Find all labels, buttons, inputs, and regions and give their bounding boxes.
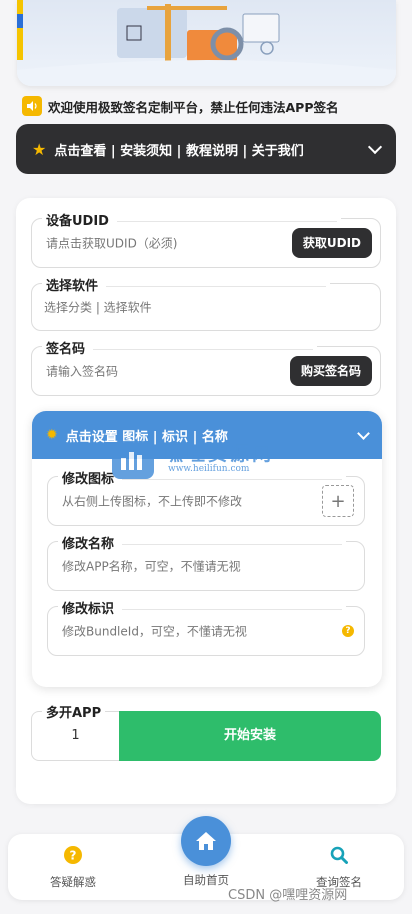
sign-code-placeholder: 请输入签名码 — [46, 364, 119, 379]
help-icon[interactable]: ? — [342, 625, 354, 637]
app-name-placeholder: 修改APP名称，可空，不懂请无视 — [62, 559, 241, 574]
udid-field[interactable]: 设备UDID 请点击获取UDID（必须) 获取UDID — [31, 210, 381, 268]
banner-illustration — [17, 0, 396, 86]
question-icon: ? — [64, 846, 82, 864]
watermark-url: www.heilifun.com — [168, 464, 250, 474]
software-select[interactable]: 选择软件 选择分类 | 选择软件 — [31, 275, 381, 331]
hero-banner — [17, 0, 396, 86]
chevron-down-icon — [357, 426, 370, 440]
get-udid-button[interactable]: 获取UDID — [291, 228, 372, 258]
chevron-down-icon — [367, 139, 383, 155]
app-name-legend: 修改名称 — [58, 533, 347, 552]
notice-bar: 欢迎使用极致签名定制平台，禁止任何违法APP签名 — [22, 95, 402, 117]
gear-icon: ✹ — [46, 427, 58, 443]
nav-help[interactable]: ? 答疑解惑 — [23, 846, 123, 890]
info-menu-toggle[interactable]: ★ 点击查看 | 安装须知 | 教程说明 | 关于我们 — [16, 124, 396, 174]
search-icon — [330, 846, 348, 864]
sign-code-field[interactable]: 签名码 请输入签名码 购买签名码 — [31, 338, 381, 396]
install-row: 多开APP 1 开始安装 — [31, 702, 381, 761]
software-placeholder: 选择分类 | 选择软件 — [44, 300, 152, 315]
watermark-name: 嘿哩资源网 — [164, 443, 275, 465]
home-icon — [196, 832, 216, 850]
udid-placeholder: 请点击获取UDID（必须) — [46, 236, 178, 251]
svg-text:?: ? — [70, 849, 77, 863]
watermark-logo — [112, 441, 154, 479]
multi-open-quantity[interactable]: 多开APP 1 — [31, 702, 119, 761]
multi-open-value: 1 — [71, 728, 80, 743]
start-install-button[interactable]: 开始安装 — [119, 711, 381, 761]
bundle-id-field[interactable]: 修改标识 修改BundleId，可空，不懂请无视 ? — [47, 598, 365, 656]
buy-code-button[interactable]: 购买签名码 — [289, 356, 372, 386]
bundle-id-placeholder: 修改BundleId，可空，不懂请无视 — [62, 624, 247, 639]
star-icon: ★ — [32, 139, 47, 159]
sign-code-legend: 签名码 — [42, 338, 318, 357]
info-menu-label: 点击查看 | 安装须知 | 教程说明 | 关于我们 — [54, 143, 304, 159]
udid-legend: 设备UDID — [42, 210, 341, 229]
multi-open-legend: 多开APP — [42, 702, 106, 721]
upload-plus-button[interactable]: + — [322, 485, 354, 517]
icon-upload-field: 修改图标 从右侧上传图标，不上传即不修改 + — [47, 468, 365, 526]
icon-placeholder: 从右侧上传图标，不上传即不修改 — [62, 494, 243, 509]
speaker-icon — [22, 96, 42, 116]
sign-form-card: 设备UDID 请点击获取UDID（必须) 获取UDID 选择软件 选择分类 | … — [16, 198, 396, 804]
nav-home-button[interactable] — [181, 816, 231, 866]
app-name-field[interactable]: 修改名称 修改APP名称，可空，不懂请无视 — [47, 533, 365, 591]
bundle-id-legend: 修改标识 — [58, 598, 347, 617]
site-watermark: 嘿哩资源网 www.heilifun.com — [112, 437, 312, 481]
nav-help-label: 答疑解惑 — [50, 875, 96, 889]
csdn-watermark: CSDN @嘿哩资源网 — [228, 888, 348, 903]
notice-text: 欢迎使用极致签名定制平台，禁止任何违法APP签名 — [48, 99, 339, 115]
software-legend: 选择软件 — [42, 275, 331, 294]
